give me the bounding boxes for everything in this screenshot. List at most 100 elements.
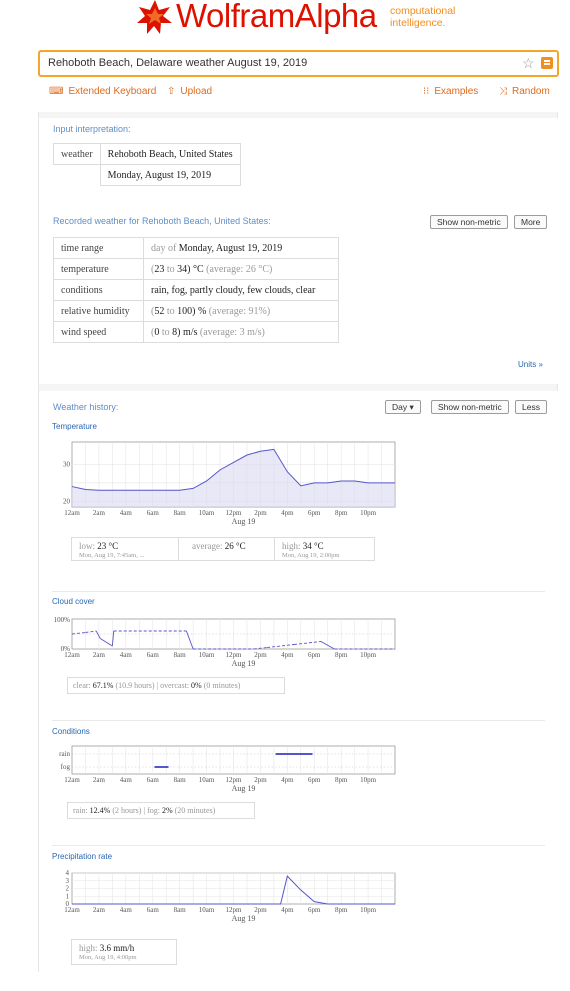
cloud-cover-chart: 100%0%12am 2am 4am 6am 8am 10am 12pm 2pm 4pm 6pm 8…: [54, 616, 396, 668]
row-value-main2: 34: [177, 263, 188, 275]
x-tick-label: 4am: [120, 651, 133, 659]
pod-title: Input interpretation:: [53, 124, 131, 134]
temp-average-cell: average: 26 °C: [185, 538, 275, 560]
x-tick-label: 2am: [93, 906, 106, 914]
y-tick-label: 3: [66, 877, 70, 885]
row-value-mid: to: [159, 326, 173, 338]
less-button[interactable]: Less: [515, 400, 547, 414]
row-value-unit: ) °C: [187, 263, 207, 275]
recorded-row: conditions rain, fog, partly cloudy, few …: [53, 279, 339, 301]
x-tick-label: 2pm: [254, 509, 267, 517]
x-tick-label: 4am: [120, 509, 133, 517]
overcast-value: 0%: [191, 681, 202, 690]
brand-name: WolframAlpha: [176, 0, 377, 34]
category-label: rain: [59, 750, 70, 758]
interpretation-location: Rehoboth Beach, United States: [99, 143, 241, 165]
x-tick-label: 2pm: [254, 651, 267, 659]
random-button[interactable]: ⤨ Random: [499, 86, 550, 97]
divider: [52, 845, 545, 846]
recorded-weather-pod: Recorded weather for Rehoboth Beach, Uni…: [39, 210, 559, 384]
y-tick-label: 4: [66, 869, 70, 877]
clear-detail: (10.9 hours): [115, 681, 155, 690]
x-tick-label: 8pm: [335, 651, 348, 659]
recorded-row: temperature (23 to 34) °C (average: 26 °C…: [53, 258, 339, 280]
x-tick-label: 4pm: [281, 509, 294, 517]
x-tick-label: 12am: [64, 509, 80, 517]
x-tick-label: 10pm: [360, 776, 377, 784]
x-tick-label: 10am: [199, 651, 215, 659]
x-tick-label: 6am: [147, 906, 160, 914]
y-tick-label: 30: [63, 460, 71, 468]
units-link[interactable]: Units »: [518, 360, 543, 369]
x-tick-label: 10am: [199, 509, 215, 517]
high-value: 34 °C: [302, 541, 324, 551]
period-select[interactable]: Day ▾: [385, 400, 421, 414]
extended-keyboard-label: Extended Keyboard: [68, 86, 157, 97]
x-tick-label: 6am: [147, 776, 160, 784]
x-tick-label: 6am: [147, 651, 160, 659]
show-non-metric-button[interactable]: Show non-metric: [431, 400, 509, 414]
conditions-chart-title: Conditions: [52, 727, 90, 736]
overcast-label: overcast:: [160, 681, 190, 690]
x-tick-label: 2pm: [254, 776, 267, 784]
x-tick-label: 10pm: [360, 906, 377, 914]
extended-keyboard-button[interactable]: ⌨ Extended Keyboard: [49, 86, 156, 97]
row-label: wind speed: [53, 321, 144, 343]
row-value-unit: ) m/s: [177, 326, 200, 338]
precipitation-stats: high: 3.6 mm/h Mon, Aug 19, 4:00pm: [71, 939, 177, 965]
search-input[interactable]: Rehoboth Beach, Delaware weather August …: [38, 50, 559, 77]
examples-button[interactable]: ⁝⁝ Examples: [423, 86, 478, 97]
recorded-row: wind speed (0 to 8) m/s (average: 3 m/s): [53, 321, 339, 343]
row-value-pre: day of: [151, 242, 179, 254]
upload-icon: ⇧: [167, 86, 176, 97]
low-label: low:: [79, 541, 96, 551]
show-non-metric-button[interactable]: Show non-metric: [430, 215, 508, 229]
overcast-detail: (0 minutes): [203, 681, 241, 690]
x-tick-label: 4pm: [281, 776, 294, 784]
spikey-logo-icon: [137, 0, 172, 34]
precipitation-rate-chart: 0123412am 2am 4am 6am 8am 10am 12pm 2pm 4pm 6pm 8p…: [64, 869, 396, 923]
row-label: temperature: [53, 258, 144, 280]
pod-title: Weather history:: [53, 402, 119, 412]
x-tick-label: 4am: [120, 906, 133, 914]
favorite-star-icon[interactable]: ☆: [522, 55, 535, 72]
x-tick-label: 2am: [93, 651, 106, 659]
y-tick-label: 20: [63, 497, 71, 505]
conditions-stats: rain: 12.4% (2 hours) | fog: 2% (20 minu…: [67, 802, 255, 819]
row-value: (52 to 100) % (average: 91%): [143, 300, 339, 322]
temp-high-cell: high: 34 °C Mon, Aug 19, 2:00pm: [275, 538, 375, 560]
fog-value: 2%: [161, 806, 173, 815]
y-tick-label: 2: [66, 885, 70, 893]
row-value: (23 to 34) °C (average: 26 °C): [143, 258, 339, 280]
recorded-row: time range day of Monday, August 19, 2019: [53, 237, 339, 259]
x-tick-label: 12am: [64, 906, 80, 914]
row-value-mid: to: [164, 305, 178, 317]
more-button[interactable]: More: [514, 215, 548, 229]
grid-icon: ⁝⁝: [423, 86, 430, 97]
search-query-text[interactable]: Rehoboth Beach, Delaware weather August …: [48, 57, 307, 69]
precip-high-time: Mon, Aug 19, 4:00pm: [79, 954, 137, 961]
submit-query-button[interactable]: [541, 57, 553, 69]
x-axis-label: Aug 19: [232, 659, 256, 668]
x-tick-label: 8am: [174, 776, 187, 784]
row-label: conditions: [53, 279, 144, 301]
x-tick-label: 8pm: [335, 906, 348, 914]
x-axis-label: Aug 19: [232, 517, 256, 526]
rain-detail: (2 hours): [112, 806, 142, 815]
row-label: relative humidity: [53, 300, 144, 322]
temperature-chart-title: Temperature: [52, 422, 97, 431]
upload-label: Upload: [180, 86, 213, 97]
average-label: average:: [192, 541, 223, 551]
x-tick-label: 6pm: [308, 906, 321, 914]
upload-button[interactable]: ⇧ Upload: [167, 86, 212, 97]
interpretation-table: weather Rehoboth Beach, United States Mo…: [53, 143, 241, 186]
high-label: high:: [282, 541, 301, 551]
temp-low-cell: low: 23 °C Mon, Aug 19, 7:45am, ...: [72, 538, 179, 560]
x-tick-label: 8am: [174, 509, 187, 517]
average-value: 26 °C: [224, 541, 246, 551]
fog-detail: (20 minutes): [174, 806, 216, 815]
wolframalpha-logo[interactable]: WolframAlpha computational intelligence.: [136, 0, 466, 36]
x-axis-label: Aug 19: [232, 914, 256, 923]
precip-high-value: 3.6 mm/h: [99, 943, 135, 953]
divider: [52, 591, 545, 592]
